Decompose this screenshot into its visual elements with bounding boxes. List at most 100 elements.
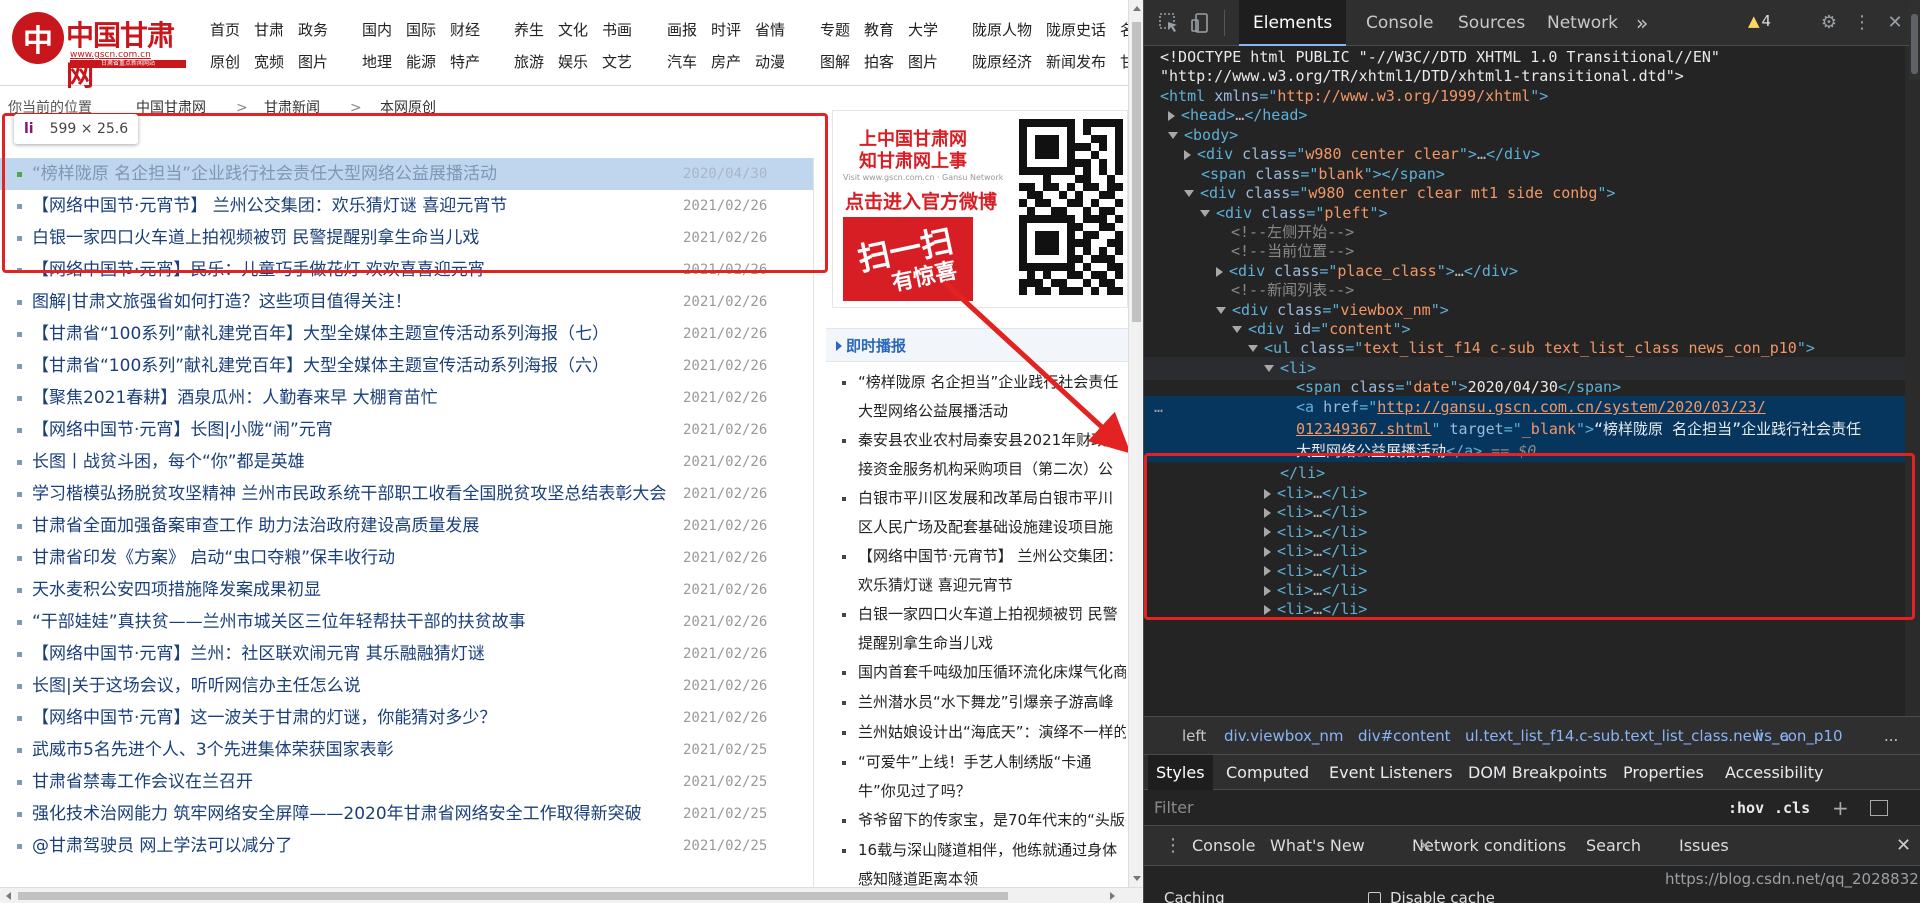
news-link[interactable]: 甘肃省全面加强备案审查工作 助力法治政府建设高质量发展: [32, 516, 479, 536]
filter-input[interactable]: Filter: [1154, 790, 1194, 826]
news-link[interactable]: 【网络中国节·元宵】兰州：社区联欢闹元宵 其乐融融猜灯谜: [32, 644, 485, 664]
instant-news-item[interactable]: 兰州潜水员“水下舞龙”引爆亲子游高峰: [826, 688, 1126, 718]
page-vertical-scrollbar[interactable]: [1128, 0, 1143, 887]
tab-styles[interactable]: Styles: [1148, 755, 1213, 791]
news-link[interactable]: 长图|关于这场会议，听听网信办主任怎么说: [32, 676, 361, 696]
instant-news-link[interactable]: 16载与深山隧道相伴，他练就通过身体感知隧道距离本领: [858, 841, 1117, 887]
news-link[interactable]: @甘肃驾驶员 网上学法可以减分了: [32, 836, 292, 856]
collapse-arrow-icon[interactable]: [1184, 190, 1194, 197]
kebab-menu-icon[interactable]: ⋮: [1851, 12, 1873, 34]
drawer-tab-whats-new[interactable]: What's New: [1262, 826, 1373, 866]
nav-link[interactable]: 旅游: [514, 46, 544, 78]
scroll-up-icon[interactable]: [1133, 6, 1141, 11]
nav-link[interactable]: 大学: [908, 14, 938, 46]
close-devtools-icon[interactable]: ✕: [1884, 12, 1906, 34]
instant-news-item[interactable]: 【网络中国节·元宵节】 兰州公交集团：欢乐猜灯谜 喜迎元宵节: [826, 542, 1126, 600]
tab-console[interactable]: Console: [1352, 0, 1448, 46]
scrollbar-thumb[interactable]: [1911, 14, 1918, 74]
ad-weibo-link[interactable]: 点击进入官方微博: [845, 187, 997, 214]
inspect-element-icon[interactable]: [1158, 12, 1180, 34]
nav-link[interactable]: 陇原经济: [972, 46, 1032, 78]
nav-link[interactable]: 甘肃: [254, 14, 284, 46]
tab-network[interactable]: Network: [1533, 0, 1632, 46]
hover-state-toggle[interactable]: :hov: [1728, 790, 1764, 826]
device-toolbar-icon[interactable]: [1190, 12, 1212, 34]
collapse-arrow-icon[interactable]: [1216, 307, 1226, 314]
news-link[interactable]: 【网络中国节·元宵】这一波关于甘肃的灯谜，你能猜对多少？: [32, 708, 496, 728]
instant-news-link[interactable]: 白银一家四口火车道上拍视频被罚 民警提醒别拿生命当儿戏: [858, 605, 1118, 652]
instant-news-item[interactable]: 国内首套千吨级加压循环流化床煤气化商业装置: [826, 658, 1126, 688]
news-link[interactable]: 强化技术治网能力 筑牢网络安全屏障——2020年甘肃省网络安全工作取得新突破: [32, 804, 642, 824]
nav-link[interactable]: 文化: [558, 14, 588, 46]
news-link[interactable]: 【聚焦2021春耕】酒泉瓜州：人勤春来早 大棚育苗忙: [32, 388, 438, 408]
nav-link[interactable]: 汽车: [667, 46, 697, 78]
expand-arrow-icon[interactable]: [1168, 110, 1175, 121]
close-drawer-icon[interactable]: ✕: [1888, 826, 1919, 866]
instant-news-item[interactable]: 白银一家四口火车道上拍视频被罚 民警提醒别拿生命当儿戏: [826, 600, 1126, 658]
expand-arrow-icon[interactable]: [1216, 266, 1223, 277]
crumb-item[interactable]: li: [1755, 717, 1763, 754]
tab-accessibility[interactable]: Accessibility: [1717, 755, 1831, 791]
node-actions-icon[interactable]: …: [1154, 396, 1163, 418]
disable-cache-checkbox[interactable]: [1368, 892, 1381, 903]
news-link[interactable]: “干部娃娃”真扶贫——兰州市城关区三位年轻帮扶干部的扶贫故事: [32, 612, 526, 632]
nav-link[interactable]: 地理: [362, 46, 392, 78]
collapse-arrow-icon[interactable]: [1200, 210, 1210, 217]
instant-news-item[interactable]: 白银市平川区发展和改革局白银市平川区人民广场及配套基础设施建设项目施工监理公告: [826, 484, 1126, 542]
nav-link[interactable]: 首页: [210, 14, 240, 46]
nav-link[interactable]: 名: [1120, 14, 1128, 46]
nav-link[interactable]: 专题: [820, 14, 850, 46]
instant-news-link[interactable]: “可爱牛”上线！手艺人制绣版“卡通牛”你见过了吗？: [858, 753, 1091, 800]
instant-news-item[interactable]: 秦安县农业农村局秦安县2021年财政衔接资金服务机构采购项目（第二次）公开招标公…: [826, 426, 1126, 484]
scrollbar-thumb[interactable]: [1132, 22, 1141, 322]
nav-link[interactable]: 陇原人物: [972, 14, 1032, 46]
drawer-tab-issues[interactable]: Issues: [1671, 826, 1737, 866]
instant-news-item[interactable]: 16载与深山隧道相伴，他练就通过身体感知隧道距离本领: [826, 836, 1126, 887]
nav-link[interactable]: 养生: [514, 14, 544, 46]
crumb-more-icon[interactable]: ...: [1884, 717, 1898, 754]
nav-link[interactable]: 政务: [298, 14, 328, 46]
news-link[interactable]: 【甘肃省“100系列”献礼建党百年】大型全媒体主题宣传活动系列海报（六）: [32, 356, 609, 376]
nav-link[interactable]: 图片: [908, 46, 938, 78]
scroll-down-icon[interactable]: [1133, 876, 1141, 881]
tab-event-listeners[interactable]: Event Listeners: [1321, 755, 1461, 791]
weibo-ad-banner[interactable]: 上中国甘肃网 知甘肃网上事 Visit www.gscn.com.cn · Ga…: [832, 110, 1128, 308]
instant-news-link[interactable]: “榜样陇原 名企担当”企业践行社会责任大型网络公益展播活动: [858, 373, 1118, 420]
instant-news-link[interactable]: 兰州潜水员“水下舞龙”引爆亲子游高峰: [858, 693, 1114, 711]
nav-link[interactable]: 动漫: [755, 46, 785, 78]
news-link[interactable]: 长图丨战贫斗困，每个“你”都是英雄: [32, 452, 305, 472]
nav-link[interactable]: 拍客: [864, 46, 894, 78]
nav-link[interactable]: 时评: [711, 14, 741, 46]
devtools-outer-scrollbar[interactable]: [1909, 0, 1920, 80]
news-link[interactable]: 天水麦积公安四项措施降发案成果初显: [32, 580, 321, 600]
instant-news-link[interactable]: 爷爷留下的传家宝，是70年代末的“头版头条”: [858, 811, 1126, 829]
instant-news-link[interactable]: 兰州姑娘设计出“海底天”：演绎不一样的元宵: [858, 723, 1126, 741]
news-link[interactable]: 图解|甘肃文旅强省如何打造？这些项目值得关注！: [32, 292, 412, 312]
nav-link[interactable]: 宽频: [254, 46, 284, 78]
news-link[interactable]: 学习楷模弘扬脱贫攻坚精神 兰州市民政系统干部职工收看全国脱贫攻坚总结表彰大会: [32, 484, 666, 504]
news-link[interactable]: 甘肃省禁毒工作会议在兰召开: [32, 772, 253, 792]
nav-link[interactable]: 新闻发布: [1046, 46, 1106, 78]
instant-news-item[interactable]: 爷爷留下的传家宝，是70年代末的“头版头条”: [826, 806, 1126, 836]
tab-elements[interactable]: Elements: [1239, 0, 1347, 46]
close-tab-icon[interactable]: ✕: [1410, 826, 1439, 866]
crumb-item[interactable]: a: [1780, 717, 1789, 754]
tab-sources[interactable]: Sources: [1444, 0, 1539, 46]
nav-link[interactable]: 国际: [406, 14, 436, 46]
nav-link[interactable]: 陇原史话: [1046, 14, 1106, 46]
tab-dom-breakpoints[interactable]: DOM Breakpoints: [1460, 755, 1615, 791]
instant-news-link[interactable]: 国内首套千吨级加压循环流化床煤气化商业装置: [858, 663, 1126, 681]
nav-link[interactable]: 娱乐: [558, 46, 588, 78]
news-link[interactable]: 甘肃省印发《方案》 启动“虫口夺粮”保丰收行动: [32, 548, 395, 568]
nav-link[interactable]: 财经: [450, 14, 480, 46]
scrollbar-thumb[interactable]: [18, 892, 1008, 900]
expand-arrow-icon[interactable]: [1184, 149, 1191, 160]
nav-link[interactable]: 文艺: [602, 46, 632, 78]
nav-link[interactable]: 房产: [711, 46, 741, 78]
news-link[interactable]: 【网络中国节·元宵】长图|小陇“闹”元宵: [32, 420, 333, 440]
news-link[interactable]: 【甘肃省“100系列”献礼建党百年】大型全媒体主题宣传活动系列海报（七）: [32, 324, 609, 344]
settings-gear-icon[interactable]: ⚙: [1818, 12, 1840, 34]
collapse-arrow-icon[interactable]: [1248, 345, 1258, 352]
drawer-tab-console[interactable]: Console: [1184, 826, 1264, 866]
crumb-item[interactable]: left: [1182, 717, 1206, 754]
